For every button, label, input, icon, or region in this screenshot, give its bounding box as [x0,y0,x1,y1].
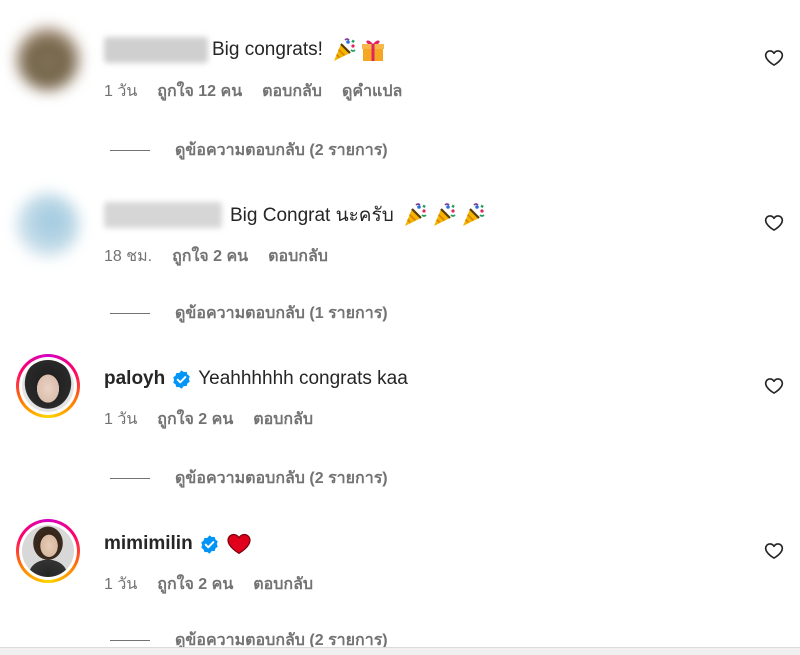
view-replies-label: ดูข้อความตอบกลับ (2 รายการ) [175,469,388,487]
comment-text: Big congrats! [212,39,323,60]
party-popper-icon [402,202,428,228]
avatar [19,357,77,415]
reply-button[interactable]: ตอบกลับ [253,572,313,597]
likes-count[interactable]: ถูกใจ 12 คน [157,79,242,104]
username-redacted[interactable] [104,202,222,228]
divider-line [110,477,150,479]
reply-button[interactable]: ตอบกลับ [253,407,313,432]
party-popper-icon [431,202,457,228]
divider-line [110,639,150,641]
gift-icon [360,37,386,63]
comment-header: mimimilin [104,530,252,558]
comment-meta: 1 วัน ถูกใจ 2 คน ตอบกลับ [104,573,333,595]
view-replies-label: ดูข้อความตอบกลับ (1 รายการ) [175,304,388,322]
avatar [19,522,77,580]
red-heart-icon [226,531,252,557]
comment-time[interactable]: 18 ชม. [104,244,152,269]
likes-count[interactable]: ถูกใจ 2 คน [157,572,233,597]
avatar-story-ring[interactable] [16,354,80,418]
comment-header: Big congrats! [104,36,386,64]
comment-time[interactable]: 1 วัน [104,407,137,432]
username[interactable]: paloyh [104,368,165,390]
comment-header: paloyh Yeahhhhhh congrats kaa [104,365,408,393]
reply-button[interactable]: ตอบกลับ [268,244,328,269]
divider-line [110,312,150,314]
heart-icon[interactable] [764,541,784,561]
likes-count[interactable]: ถูกใจ 2 คน [157,407,233,432]
view-replies-label: ดูข้อความตอบกลับ (2 รายการ) [175,141,388,159]
comment-time[interactable]: 1 วัน [104,79,137,104]
heart-icon[interactable] [764,376,784,396]
view-replies-button[interactable]: ดูข้อความตอบกลับ (2 รายการ) [110,467,388,489]
comment-time[interactable]: 1 วัน [104,572,137,597]
comment-text: Yeahhhhhh congrats kaa [198,368,408,389]
avatar[interactable] [16,27,80,91]
party-popper-icon [331,37,357,63]
avatar-story-ring[interactable] [16,519,80,583]
verified-badge-icon [199,534,220,555]
translate-button[interactable]: ดูคำแปล [342,79,402,104]
comment-meta: 1 วัน ถูกใจ 2 คน ตอบกลับ [104,408,333,430]
comment-meta: 18 ชม. ถูกใจ 2 คน ตอบกลับ [104,245,348,267]
avatar-photo [22,525,74,577]
comment-meta: 1 วัน ถูกใจ 12 คน ตอบกลับ ดูคำแปล [104,80,422,102]
username[interactable]: mimimilin [104,533,193,555]
heart-icon[interactable] [764,213,784,233]
avatar-photo [22,360,74,412]
likes-count[interactable]: ถูกใจ 2 คน [172,244,248,269]
view-replies-button[interactable]: ดูข้อความตอบกลับ (2 รายการ) [110,139,388,161]
verified-badge-icon [171,369,192,390]
party-popper-icon [460,202,486,228]
divider-line [110,149,150,151]
comment-text: Big Congrat นะครับ [230,205,394,226]
comment-header: Big Congrat นะครับ [104,201,486,229]
username-redacted[interactable] [104,37,208,63]
view-replies-button[interactable]: ดูข้อความตอบกลับ (1 รายการ) [110,302,388,324]
avatar[interactable] [16,193,80,257]
heart-icon[interactable] [764,48,784,68]
reply-button[interactable]: ตอบกลับ [262,79,322,104]
